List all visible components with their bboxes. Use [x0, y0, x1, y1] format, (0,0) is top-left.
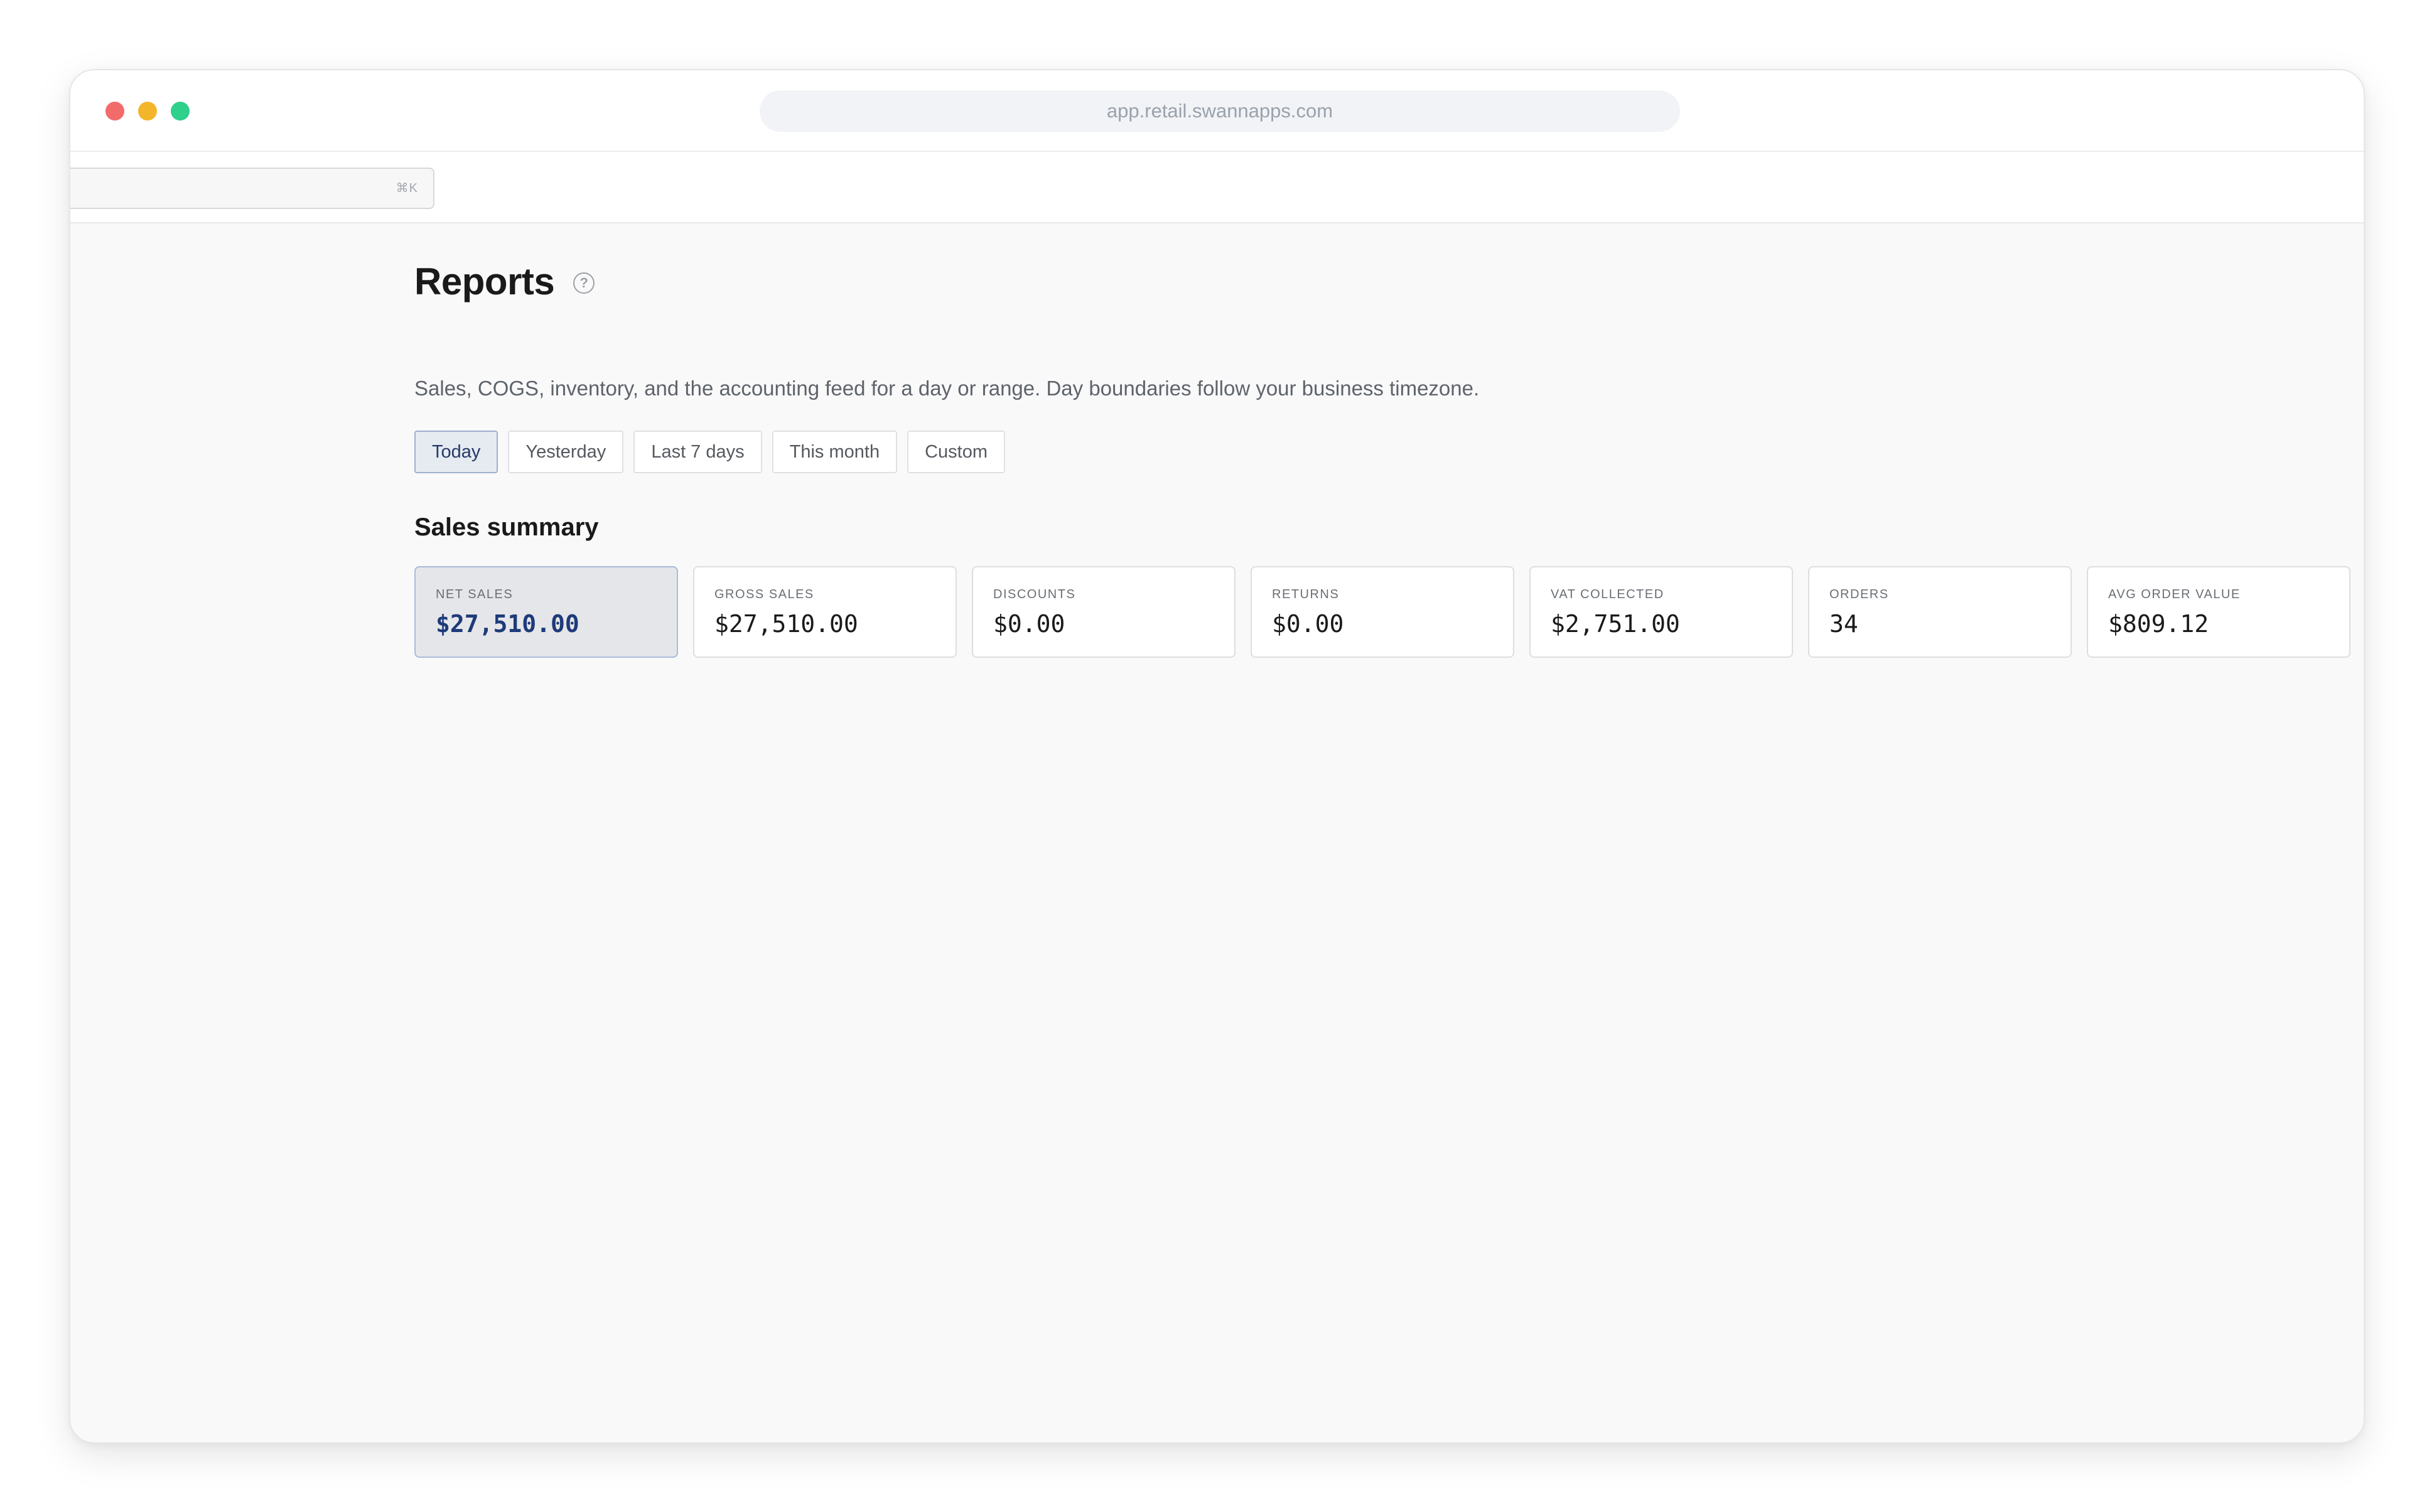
app-toolbar: ⌘K	[70, 152, 2364, 223]
metric-value: $0.00	[1272, 610, 1344, 638]
metric-value: 34	[1829, 610, 1858, 638]
tab-this-month[interactable]: This month	[772, 431, 898, 473]
browser-titlebar: app.retail.swannapps.com	[70, 70, 2364, 152]
help-circle-icon[interactable]: ?	[573, 272, 595, 294]
metric-card-net-sales[interactable]: NET SALES $27,510.00	[414, 566, 678, 658]
metric-label: ORDERS	[1829, 587, 1889, 601]
metric-label: DISCOUNTS	[993, 587, 1076, 601]
metric-card-avg-order-value[interactable]: AVG ORDER VALUE $809.12	[2087, 566, 2351, 658]
page-title: Reports	[414, 260, 555, 303]
metric-label: GROSS SALES	[714, 587, 814, 601]
metric-label: VAT COLLECTED	[1551, 587, 1664, 601]
search-input[interactable]: ⌘K	[70, 168, 434, 209]
search-shortcut-hint: ⌘K	[396, 181, 418, 195]
page-heading: Reports ?	[414, 260, 595, 303]
minimize-dot-icon[interactable]	[138, 102, 157, 121]
tab-last-7-days[interactable]: Last 7 days	[633, 431, 762, 473]
metric-card-discounts[interactable]: DISCOUNTS $0.00	[972, 566, 1236, 658]
metric-value: $809.12	[2108, 610, 2209, 638]
metric-value: $27,510.00	[436, 610, 579, 638]
tab-custom[interactable]: Custom	[907, 431, 1006, 473]
metric-value: $27,510.00	[714, 610, 858, 638]
section-title-sales-summary: Sales summary	[414, 513, 599, 541]
tab-yesterday[interactable]: Yesterday	[508, 431, 624, 473]
metric-card-orders[interactable]: ORDERS 34	[1808, 566, 2072, 658]
app-window: app.retail.swannapps.com ⌘K Reports ? Sa…	[69, 69, 2365, 1444]
zoom-dot-icon[interactable]	[171, 102, 190, 121]
metric-card-vat-collected[interactable]: VAT COLLECTED $2,751.00	[1529, 566, 1793, 658]
metric-card-gross-sales[interactable]: GROSS SALES $27,510.00	[693, 566, 957, 658]
metric-label: AVG ORDER VALUE	[2108, 587, 2241, 601]
metric-card-returns[interactable]: RETURNS $0.00	[1251, 566, 1514, 658]
sales-summary-cards: NET SALES $27,510.00 GROSS SALES $27,510…	[414, 566, 2364, 658]
address-bar[interactable]: app.retail.swannapps.com	[760, 90, 1680, 132]
metric-label: NET SALES	[436, 587, 514, 601]
date-range-tabs: Today Yesterday Last 7 days This month C…	[414, 431, 1015, 473]
tab-today[interactable]: Today	[414, 431, 498, 473]
metric-value: $2,751.00	[1551, 610, 1680, 638]
metric-label: RETURNS	[1272, 587, 1340, 601]
close-dot-icon[interactable]	[105, 102, 124, 121]
metric-value: $0.00	[993, 610, 1065, 638]
page-subtitle: Sales, COGS, inventory, and the accounti…	[414, 377, 1480, 400]
